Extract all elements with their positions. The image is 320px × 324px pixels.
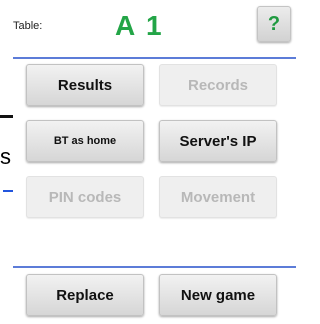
bt-as-home-button[interactable]: BT as home xyxy=(26,120,144,162)
results-button[interactable]: Results xyxy=(26,64,144,106)
table-value: A 1 xyxy=(115,10,164,41)
new-game-button-label: New game xyxy=(180,286,256,304)
help-button[interactable]: ? xyxy=(257,6,291,42)
app-screen: s Table: A 1 ? Results Records BT as hom… xyxy=(0,0,296,324)
servers-ip-button-label: Server's IP xyxy=(179,132,257,150)
replace-button-label: Replace xyxy=(56,286,114,304)
footer-bar: Replace New game xyxy=(13,268,296,324)
bt-as-home-button-label: BT as home xyxy=(53,135,117,147)
movement-button-label: Movement xyxy=(180,188,256,206)
servers-ip-button[interactable]: Server's IP xyxy=(159,120,277,162)
movement-button[interactable]: Movement xyxy=(159,176,277,218)
edge-blue-mark xyxy=(3,190,13,192)
replace-button[interactable]: Replace xyxy=(26,274,144,316)
header-bar: Table: A 1 ? xyxy=(13,0,296,56)
records-button[interactable]: Records xyxy=(159,64,277,106)
edge-glyph: s xyxy=(0,146,11,168)
records-button-label: Records xyxy=(187,76,249,94)
pin-codes-button-label: PIN codes xyxy=(48,188,122,206)
table-label: Table: xyxy=(13,20,43,32)
pin-codes-button[interactable]: PIN codes xyxy=(26,176,144,218)
new-game-button[interactable]: New game xyxy=(159,274,277,316)
results-button-label: Results xyxy=(57,76,113,94)
edge-dash-mark xyxy=(0,115,13,118)
button-grid: Results Records BT as home Server's IP P… xyxy=(13,59,296,266)
